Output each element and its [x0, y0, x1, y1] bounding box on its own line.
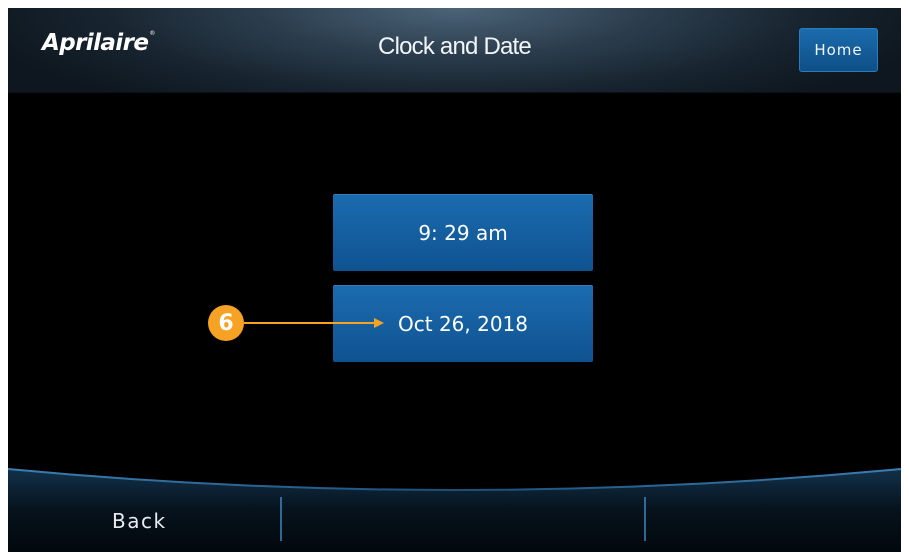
header-bar: Aprilaire® Clock and Date Home: [8, 8, 901, 93]
time-button[interactable]: 9: 29 am: [333, 194, 593, 271]
footer-button-empty-right: [646, 486, 901, 552]
back-label: Back: [112, 509, 167, 533]
footer-button-empty-middle: [282, 486, 644, 552]
page-title: Clock and Date: [378, 33, 532, 60]
thermostat-screen: Aprilaire® Clock and Date Home 9: 29 am …: [8, 8, 901, 552]
callout-arrow-icon: [244, 318, 384, 328]
callout-badge: 6: [208, 305, 244, 341]
home-button[interactable]: Home: [799, 28, 878, 72]
